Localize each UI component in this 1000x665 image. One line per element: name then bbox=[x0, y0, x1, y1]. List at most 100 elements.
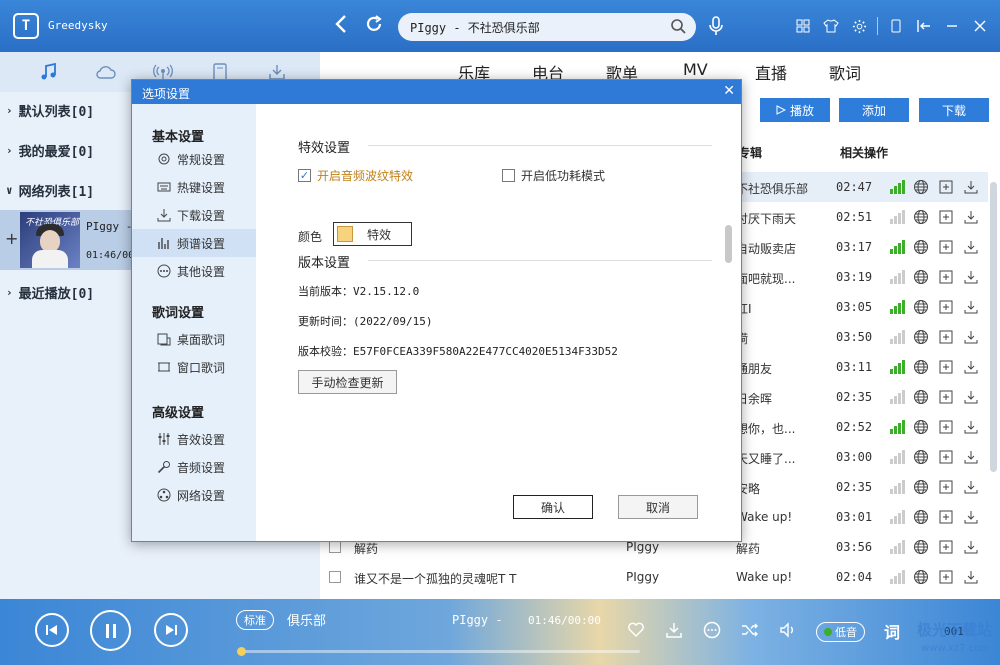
nav-desktop-lyric[interactable]: 桌面歌词 bbox=[132, 325, 256, 353]
play-all-button[interactable]: 播放 bbox=[760, 98, 830, 122]
globe-icon[interactable] bbox=[913, 359, 929, 375]
add-icon[interactable] bbox=[938, 299, 954, 315]
globe-icon[interactable] bbox=[913, 299, 929, 315]
quality-toggle[interactable]: 低音 bbox=[816, 622, 865, 642]
download-icon[interactable] bbox=[963, 389, 979, 405]
globe-icon[interactable] bbox=[913, 449, 929, 465]
add-icon[interactable] bbox=[938, 209, 954, 225]
add-icon[interactable] bbox=[938, 359, 954, 375]
globe-icon[interactable] bbox=[913, 539, 929, 555]
mini-mode-button[interactable] bbox=[882, 12, 910, 40]
previous-button[interactable] bbox=[35, 613, 69, 647]
settings-button[interactable] bbox=[845, 12, 873, 40]
dialog-scrollbar[interactable] bbox=[725, 225, 732, 263]
apps-button[interactable] bbox=[789, 12, 817, 40]
download-icon[interactable] bbox=[963, 539, 979, 555]
add-icon[interactable] bbox=[938, 329, 954, 345]
globe-icon[interactable] bbox=[913, 569, 929, 585]
wave-effect-checkbox[interactable]: ✓ 开启音频波纹特效 bbox=[298, 167, 413, 184]
progress-handle[interactable] bbox=[237, 647, 246, 656]
add-icon[interactable] bbox=[938, 539, 954, 555]
tab-radio[interactable] bbox=[134, 64, 191, 80]
nav-audio[interactable]: 音频设置 bbox=[132, 453, 256, 481]
nav-spectrum[interactable]: 频谱设置 bbox=[132, 229, 256, 257]
download-icon[interactable] bbox=[963, 329, 979, 345]
add-icon[interactable] bbox=[938, 239, 954, 255]
next-button[interactable] bbox=[154, 613, 188, 647]
pause-button[interactable] bbox=[90, 610, 131, 651]
row-checkbox[interactable] bbox=[329, 541, 341, 553]
add-button[interactable]: 添加 bbox=[839, 98, 909, 122]
minimize-button[interactable] bbox=[938, 12, 966, 40]
download-icon[interactable] bbox=[963, 509, 979, 525]
globe-icon[interactable] bbox=[913, 509, 929, 525]
download-icon[interactable] bbox=[665, 621, 683, 639]
collapse-button[interactable] bbox=[910, 12, 938, 40]
tab-music[interactable] bbox=[20, 63, 77, 81]
close-window-button[interactable] bbox=[966, 12, 994, 40]
globe-icon[interactable] bbox=[913, 389, 929, 405]
add-icon[interactable]: + bbox=[5, 229, 18, 248]
download-icon[interactable] bbox=[963, 179, 979, 195]
mode-badge[interactable]: 标准 bbox=[236, 610, 274, 630]
download-icon[interactable] bbox=[963, 239, 979, 255]
download-icon[interactable] bbox=[963, 449, 979, 465]
refresh-button[interactable] bbox=[364, 14, 384, 38]
low-power-checkbox[interactable]: 开启低功耗模式 bbox=[502, 167, 605, 184]
add-icon[interactable] bbox=[938, 509, 954, 525]
more-icon[interactable] bbox=[703, 621, 721, 639]
nav-sound-effect[interactable]: 音效设置 bbox=[132, 425, 256, 453]
globe-icon[interactable] bbox=[913, 329, 929, 345]
download-icon[interactable] bbox=[963, 479, 979, 495]
voice-search-button[interactable] bbox=[708, 16, 724, 40]
confirm-button[interactable]: 确认 bbox=[513, 495, 593, 519]
globe-icon[interactable] bbox=[913, 479, 929, 495]
color-picker-button[interactable]: 特效 bbox=[333, 222, 412, 246]
heart-icon[interactable] bbox=[627, 621, 645, 639]
nav-general[interactable]: 常规设置 bbox=[132, 145, 256, 173]
tab-live[interactable]: 直播 bbox=[755, 60, 787, 84]
progress-bar[interactable] bbox=[237, 647, 640, 656]
globe-icon[interactable] bbox=[913, 419, 929, 435]
dialog-close-icon[interactable]: ✕ bbox=[723, 83, 735, 99]
download-icon[interactable] bbox=[963, 299, 979, 315]
download-icon[interactable] bbox=[963, 269, 979, 285]
download-button[interactable]: 下载 bbox=[919, 98, 989, 122]
add-icon[interactable] bbox=[938, 569, 954, 585]
volume-icon[interactable] bbox=[779, 621, 797, 639]
download-icon[interactable] bbox=[963, 209, 979, 225]
table-row[interactable]: 谁又不是一个孤独的灵魂呢T T PIggy Wake up! 02:04 bbox=[320, 562, 988, 592]
list-scrollbar[interactable] bbox=[990, 182, 997, 472]
add-icon[interactable] bbox=[938, 389, 954, 405]
nav-other[interactable]: 其他设置 bbox=[132, 257, 256, 285]
shuffle-icon[interactable] bbox=[741, 621, 759, 639]
download-icon[interactable] bbox=[963, 569, 979, 585]
download-icon[interactable] bbox=[963, 419, 979, 435]
tab-cloud[interactable] bbox=[77, 65, 134, 79]
search-icon[interactable] bbox=[670, 18, 686, 34]
back-button[interactable] bbox=[334, 14, 348, 38]
tab-mv[interactable]: MV bbox=[683, 60, 708, 79]
row-checkbox[interactable] bbox=[329, 571, 341, 583]
download-icon[interactable] bbox=[963, 359, 979, 375]
globe-icon[interactable] bbox=[913, 239, 929, 255]
cancel-button[interactable]: 取消 bbox=[618, 495, 698, 519]
add-icon[interactable] bbox=[938, 419, 954, 435]
add-icon[interactable] bbox=[938, 479, 954, 495]
tab-lyrics[interactable]: 歌词 bbox=[829, 60, 861, 84]
add-icon[interactable] bbox=[938, 179, 954, 195]
song-duration: 03:00 bbox=[836, 450, 873, 464]
skin-button[interactable] bbox=[817, 12, 845, 40]
globe-icon[interactable] bbox=[913, 269, 929, 285]
globe-icon[interactable] bbox=[913, 209, 929, 225]
add-icon[interactable] bbox=[938, 269, 954, 285]
nav-download[interactable]: 下载设置 bbox=[132, 201, 256, 229]
nav-window-lyric[interactable]: 窗口歌词 bbox=[132, 353, 256, 381]
globe-icon[interactable] bbox=[913, 179, 929, 195]
nav-network[interactable]: 网络设置 bbox=[132, 481, 256, 509]
search-input[interactable] bbox=[410, 18, 660, 36]
add-icon[interactable] bbox=[938, 449, 954, 465]
check-update-button[interactable]: 手动检查更新 bbox=[298, 370, 397, 394]
nav-hotkey[interactable]: 热键设置 bbox=[132, 173, 256, 201]
lyric-toggle[interactable]: 词 bbox=[884, 619, 900, 643]
